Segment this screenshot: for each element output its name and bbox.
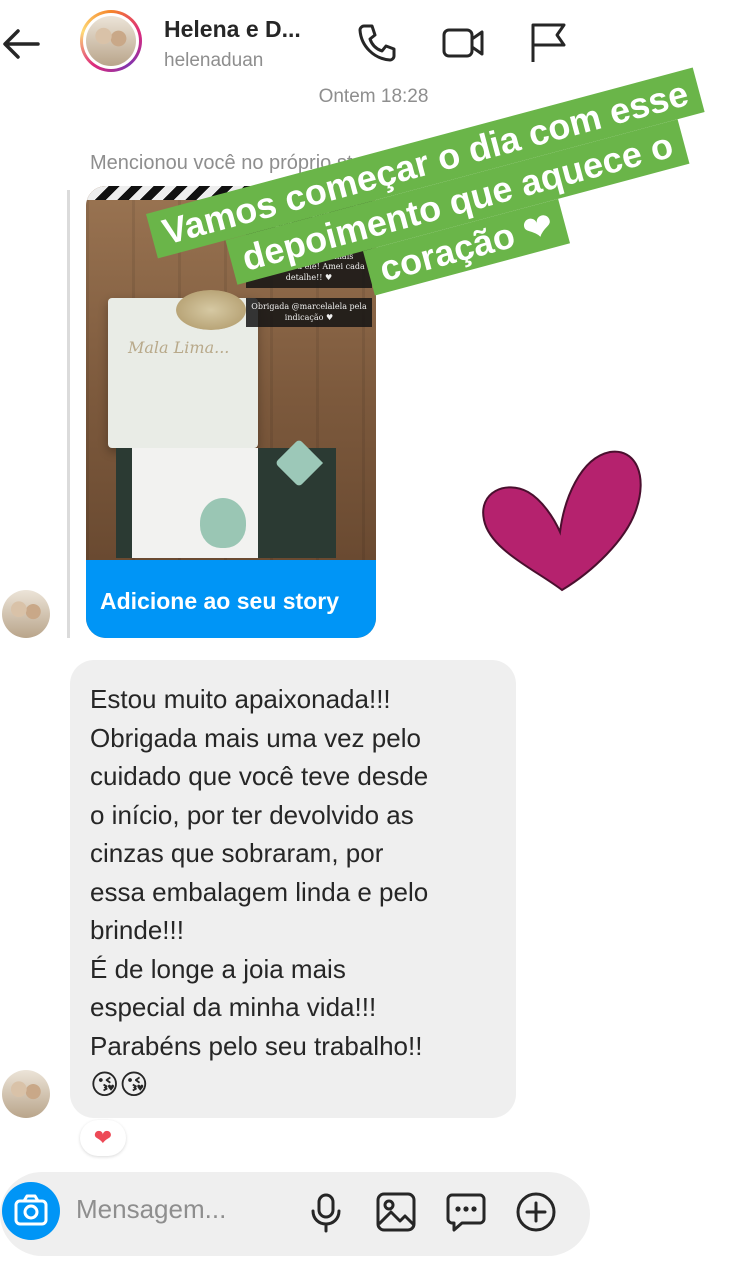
heart-sticker-icon [476,440,646,610]
message-line: Parabéns pelo seu trabalho!! [90,1030,423,1061]
mention-divider [67,190,70,638]
message-line: Obrigada mais uma vez pelo [90,722,421,753]
message-line: É de longe a joia mais [90,953,346,984]
back-arrow-icon[interactable] [0,22,44,66]
avatar-photo [86,16,136,66]
chat-header: Helena e D... helenaduan [0,0,747,90]
phone-icon[interactable] [354,20,400,66]
add-to-story-label: Adicione ao seu story [86,560,376,638]
sender-avatar[interactable] [2,1070,50,1118]
sticker-icon[interactable] [444,1190,488,1234]
message-input[interactable] [76,1194,286,1225]
message-line: cuidado que você teve desde [90,761,429,791]
sender-avatar[interactable] [2,590,50,638]
heart-reaction[interactable]: ❤ [80,1120,126,1156]
message-line: o início, por ter devolvido as [90,799,414,830]
plus-icon[interactable] [514,1190,558,1234]
video-icon[interactable] [440,20,486,66]
gallery-icon[interactable] [374,1190,418,1234]
add-to-story-button[interactable]: Adicione ao seu story [86,560,376,638]
camera-icon [14,1194,48,1226]
message-line: cinzas que sobraram, por [90,838,384,868]
promo-banner: Vamos começar o dia com esse depoimento … [146,67,729,347]
camera-button[interactable] [2,1182,60,1240]
message-bubble[interactable]: Estou muito apaixonada!!! Obrigada mais … [70,660,516,1118]
box-script-text: Mala Lima... [128,338,230,357]
message-line: brinde!!! [90,915,184,945]
microphone-icon[interactable] [304,1190,348,1234]
profile-avatar[interactable] [80,10,142,72]
chat-username[interactable]: helenaduan [164,50,263,72]
pendant [200,498,246,548]
flag-icon[interactable] [526,20,572,66]
chat-title[interactable]: Helena e D... [164,16,301,43]
kiss-emoji: 😘😘 [90,1069,149,1100]
message-line: Estou muito apaixonada!!! [90,684,391,714]
message-line: especial da minha vida!!! [90,992,377,1022]
message-line: essa embalagem linda e pelo [90,876,429,907]
